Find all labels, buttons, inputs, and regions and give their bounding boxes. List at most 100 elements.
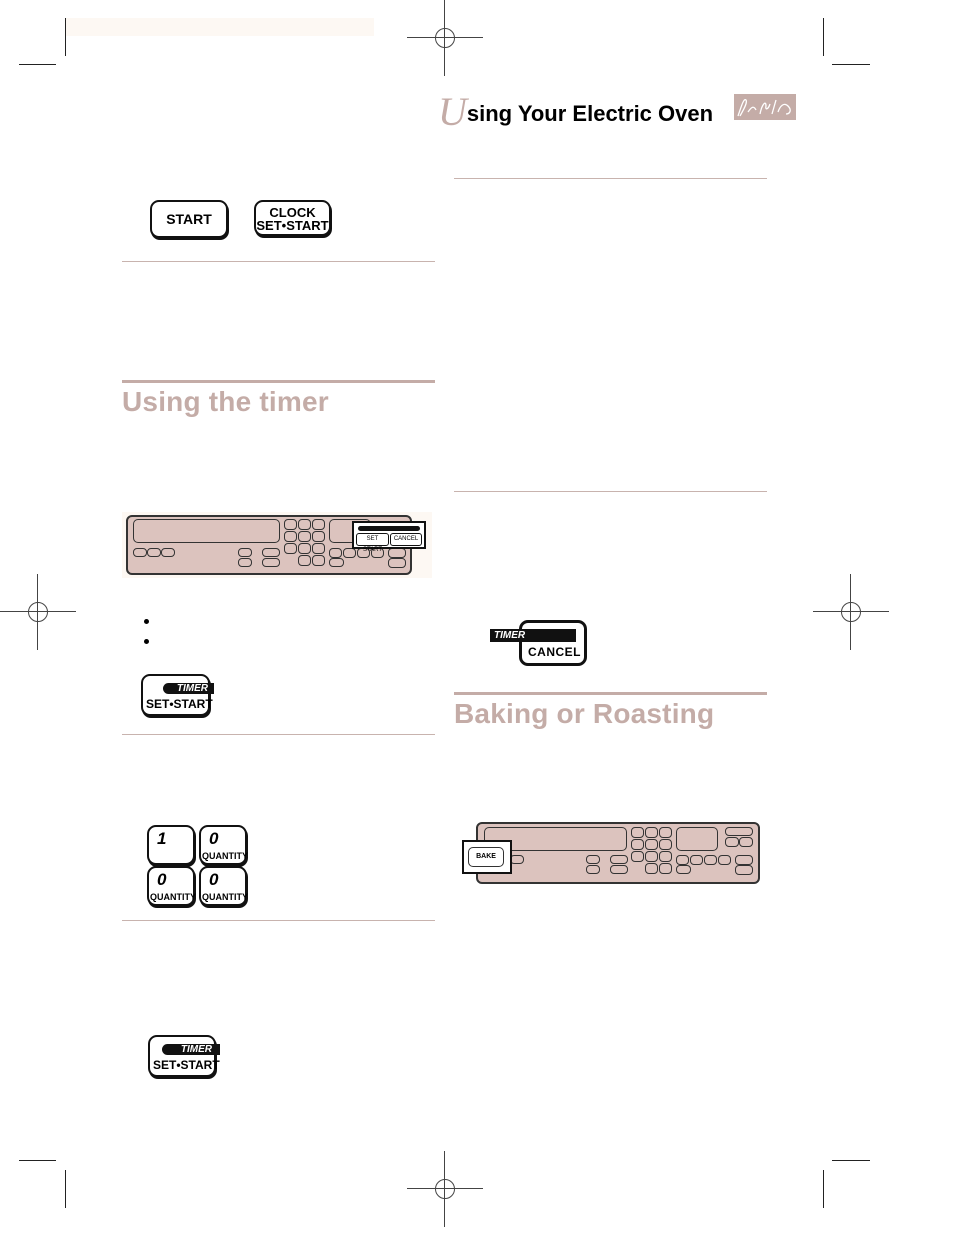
callout-cancel-key: CANCEL	[390, 533, 422, 546]
section-title-baking: Baking or Roasting	[454, 698, 715, 729]
panel-key	[735, 855, 753, 865]
crop-mark	[823, 1170, 824, 1208]
panel-key	[704, 855, 717, 865]
panel-key	[735, 865, 753, 875]
section-rule	[454, 692, 767, 695]
panel-key	[147, 548, 161, 557]
number-key-0[interactable]: 0 QUANTITY	[199, 825, 248, 865]
panel-key	[631, 851, 644, 862]
registration-mark-icon	[813, 574, 889, 650]
panel-key	[343, 548, 356, 558]
bake-key-callout: BAKE	[462, 840, 512, 874]
crop-mark	[832, 64, 870, 65]
panel-key	[718, 855, 731, 865]
panel-key	[312, 543, 325, 554]
panel-key	[610, 855, 628, 864]
divider	[454, 491, 767, 492]
crop-mark	[65, 1170, 66, 1208]
panel-key	[645, 827, 658, 838]
number-key-0[interactable]: 0 QUANTITY	[199, 866, 248, 906]
panel-display	[133, 519, 280, 543]
clock-set-start-button[interactable]: CLOCK SET•START	[254, 200, 331, 236]
divider	[122, 920, 435, 921]
number-key-1[interactable]: 1	[147, 825, 195, 865]
header-title-text: sing Your Electric Oven	[466, 101, 714, 126]
panel-key	[298, 543, 311, 554]
panel-key	[284, 531, 297, 542]
control-panel-timer-illustration: SET START CANCEL	[122, 512, 432, 578]
callout-timer-bar	[358, 526, 420, 531]
section-rule	[122, 380, 435, 383]
control-panel-bake-illustration: BAKE	[460, 820, 762, 886]
set-start-label: SET•START	[153, 1058, 220, 1072]
panel-key	[739, 837, 753, 847]
set-start-label: SET•START	[146, 697, 213, 711]
crop-mark	[65, 18, 66, 56]
timer-label-bar: TIMER	[162, 1044, 220, 1055]
callout-set-start-key: SET START	[356, 533, 389, 553]
panel-key	[631, 827, 644, 838]
panel-key	[133, 548, 147, 557]
panel-key	[725, 837, 739, 847]
registration-mark-icon	[407, 1151, 483, 1227]
bullet-point	[144, 619, 149, 624]
panel-key	[510, 855, 524, 864]
divider	[454, 178, 767, 179]
callout-bake-key: BAKE	[468, 847, 504, 867]
timer-cancel-button[interactable]: CANCEL	[519, 620, 587, 666]
panel-key	[312, 531, 325, 542]
panel-key	[645, 839, 658, 850]
timer-set-start-button[interactable]: TIMER SET•START	[141, 674, 214, 716]
bullet-point	[144, 639, 149, 644]
panel-key	[659, 839, 672, 850]
panel-key	[312, 519, 325, 530]
crop-mark	[832, 1160, 870, 1161]
start-button[interactable]: START	[150, 200, 228, 238]
signature-logo-icon	[734, 94, 796, 120]
crop-mark	[823, 18, 824, 56]
panel-key	[298, 519, 311, 530]
panel-key	[631, 839, 644, 850]
panel-key	[284, 519, 297, 530]
panel-key	[298, 531, 311, 542]
timer-set-start-button[interactable]: TIMER SET•START	[148, 1035, 220, 1077]
panel-key	[690, 855, 703, 865]
panel-key	[659, 827, 672, 838]
panel-key	[659, 851, 672, 862]
panel-key	[238, 548, 252, 557]
top-band	[66, 18, 374, 36]
crop-mark	[19, 64, 56, 65]
panel-key	[312, 555, 325, 566]
panel-key	[610, 865, 628, 874]
registration-mark-icon	[0, 574, 76, 650]
panel-key	[676, 865, 691, 874]
registration-mark-icon	[407, 0, 483, 76]
panel-key	[388, 548, 406, 558]
cancel-label: CANCEL	[528, 645, 581, 659]
panel-key	[645, 863, 658, 874]
panel-key	[238, 558, 252, 567]
timer-label-bar: TIMER	[490, 629, 576, 642]
panel-display	[676, 827, 718, 851]
divider	[122, 261, 435, 262]
crop-mark	[19, 1160, 56, 1161]
panel-key	[388, 558, 406, 568]
panel-key	[262, 548, 280, 557]
section-title-timer: Using the timer	[122, 386, 329, 417]
panel-key	[659, 863, 672, 874]
panel-key	[161, 548, 175, 557]
number-key-0[interactable]: 0 QUANTITY	[147, 866, 196, 906]
panel-key	[586, 855, 600, 864]
panel-key	[676, 855, 689, 865]
panel-key	[284, 543, 297, 554]
timer-label-bar: TIMER	[163, 683, 214, 694]
page-header-title: Using Your Electric Oven	[438, 88, 713, 135]
panel-key	[329, 558, 344, 567]
panel-key	[725, 827, 753, 836]
divider	[122, 734, 435, 735]
header-initial: U	[438, 89, 467, 134]
panel-key	[586, 865, 600, 874]
panel-key	[645, 851, 658, 862]
panel-key	[298, 555, 311, 566]
panel-key	[262, 558, 280, 567]
